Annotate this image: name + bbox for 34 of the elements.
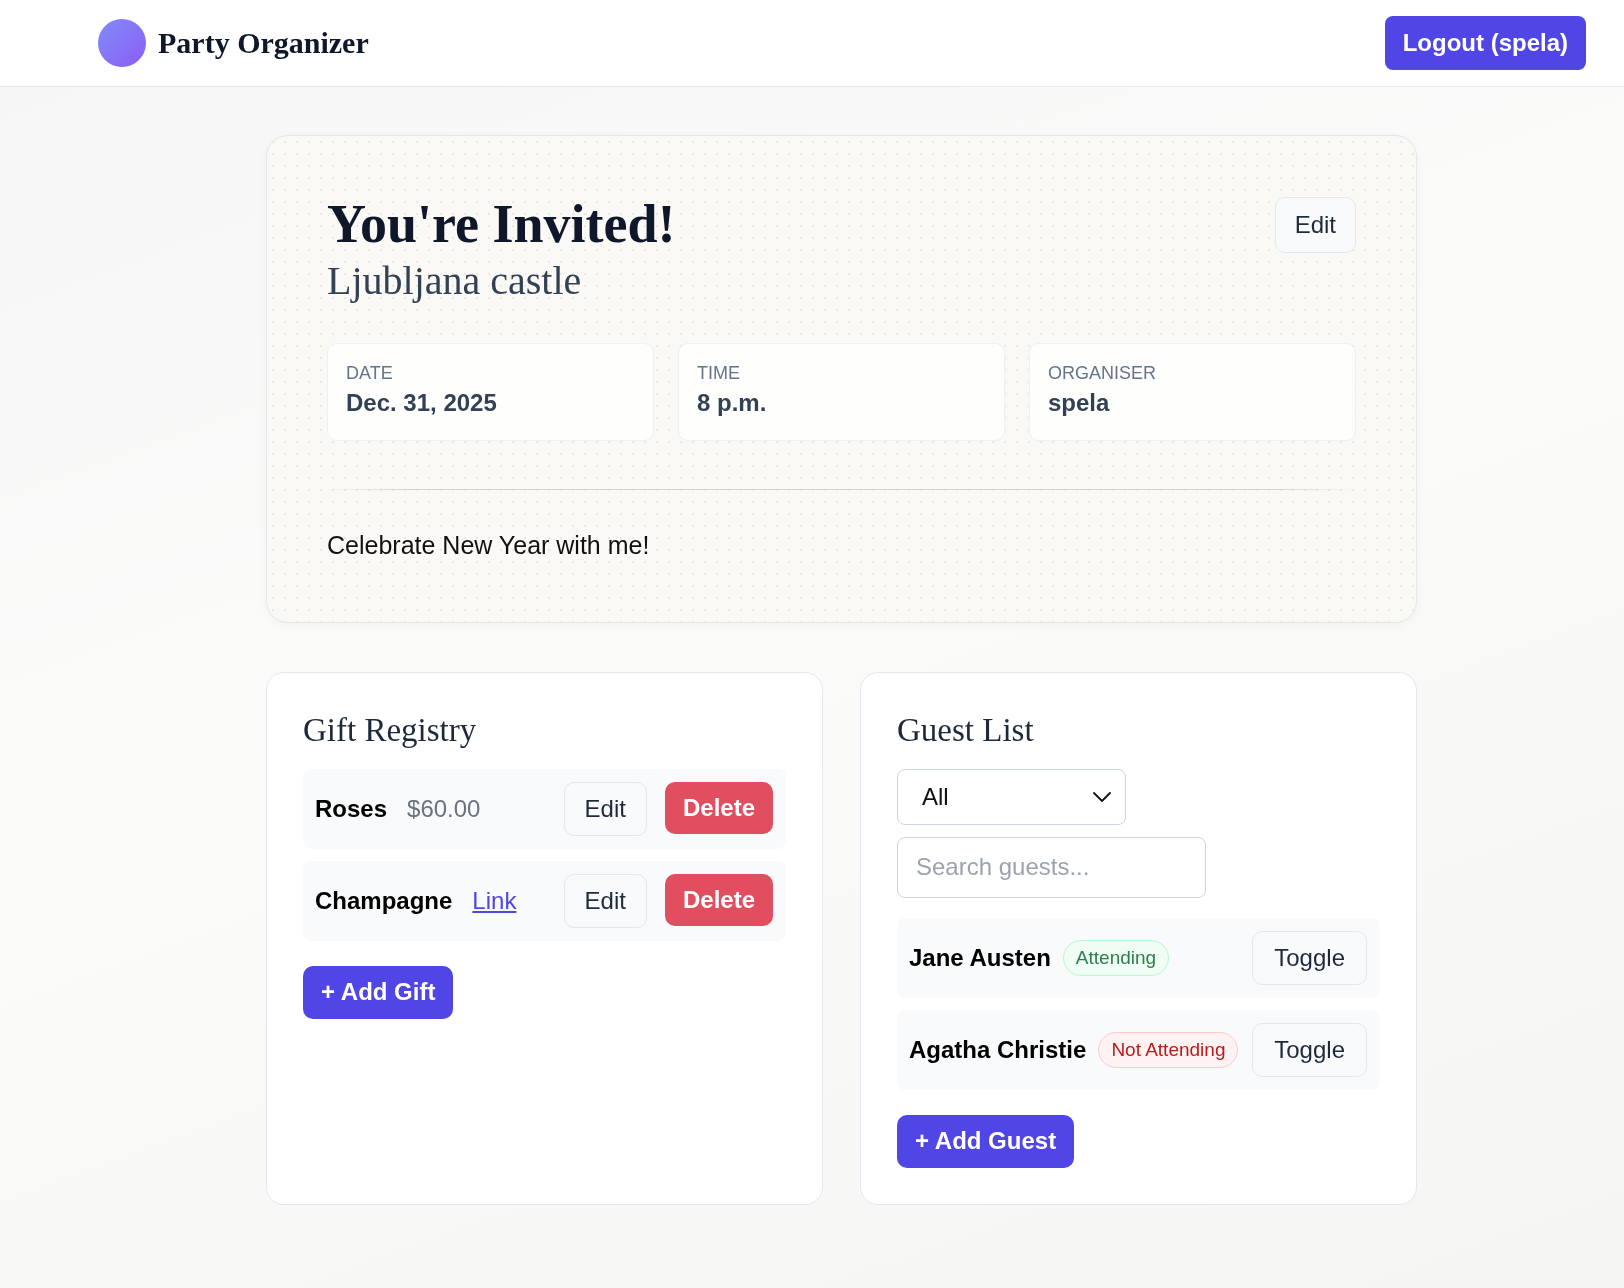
- gift-name: Roses: [315, 794, 388, 823]
- gift-price: $60.00: [407, 794, 481, 823]
- edit-button[interactable]: Edit: [1274, 197, 1356, 253]
- logo-icon: [98, 19, 146, 67]
- add-guest-button[interactable]: + Add Guest: [897, 1114, 1075, 1168]
- logout-button[interactable]: Logout (spela): [1384, 16, 1586, 70]
- edit-button[interactable]: Edit: [563, 873, 647, 928]
- section-title: Guest List: [897, 710, 1034, 750]
- app-title: Party Organizer: [158, 26, 369, 60]
- gift-name: Champagne: [315, 886, 453, 915]
- detail-value: Dec. 31, 2025: [346, 387, 498, 418]
- filter-dropdown[interactable]: All: [897, 768, 1126, 825]
- event-description: Celebrate New Year with me!: [327, 529, 651, 560]
- detail-label: ORGANISER: [1048, 361, 1158, 384]
- toggle-button[interactable]: Toggle: [1252, 1022, 1367, 1077]
- gift-link[interactable]: Link: [472, 886, 517, 915]
- detail-label: TIME: [697, 361, 741, 384]
- guest-name: Jane Austen: [909, 943, 1051, 972]
- toggle-button[interactable]: Toggle: [1252, 930, 1367, 985]
- chevron-down-icon: [1093, 791, 1111, 802]
- detail-value: spela: [1048, 387, 1111, 418]
- invitation-title: You're Invited!: [327, 193, 676, 256]
- status-badge: Attending: [1062, 939, 1170, 976]
- delete-button[interactable]: Delete: [664, 781, 773, 834]
- status-badge: Not Attending: [1098, 1031, 1239, 1068]
- delete-button[interactable]: Delete: [664, 873, 773, 926]
- event-location: Ljubljana castle: [327, 258, 583, 303]
- section-title: Gift Registry: [303, 710, 477, 750]
- search-field[interactable]: Search guests...: [897, 836, 1206, 898]
- add-gift-button[interactable]: + Add Gift: [303, 965, 454, 1019]
- guest-name: Agatha Christie: [909, 1035, 1087, 1064]
- detail-value: 8 p.m.: [697, 387, 768, 418]
- detail-label: DATE: [346, 361, 394, 384]
- edit-button[interactable]: Edit: [563, 781, 647, 836]
